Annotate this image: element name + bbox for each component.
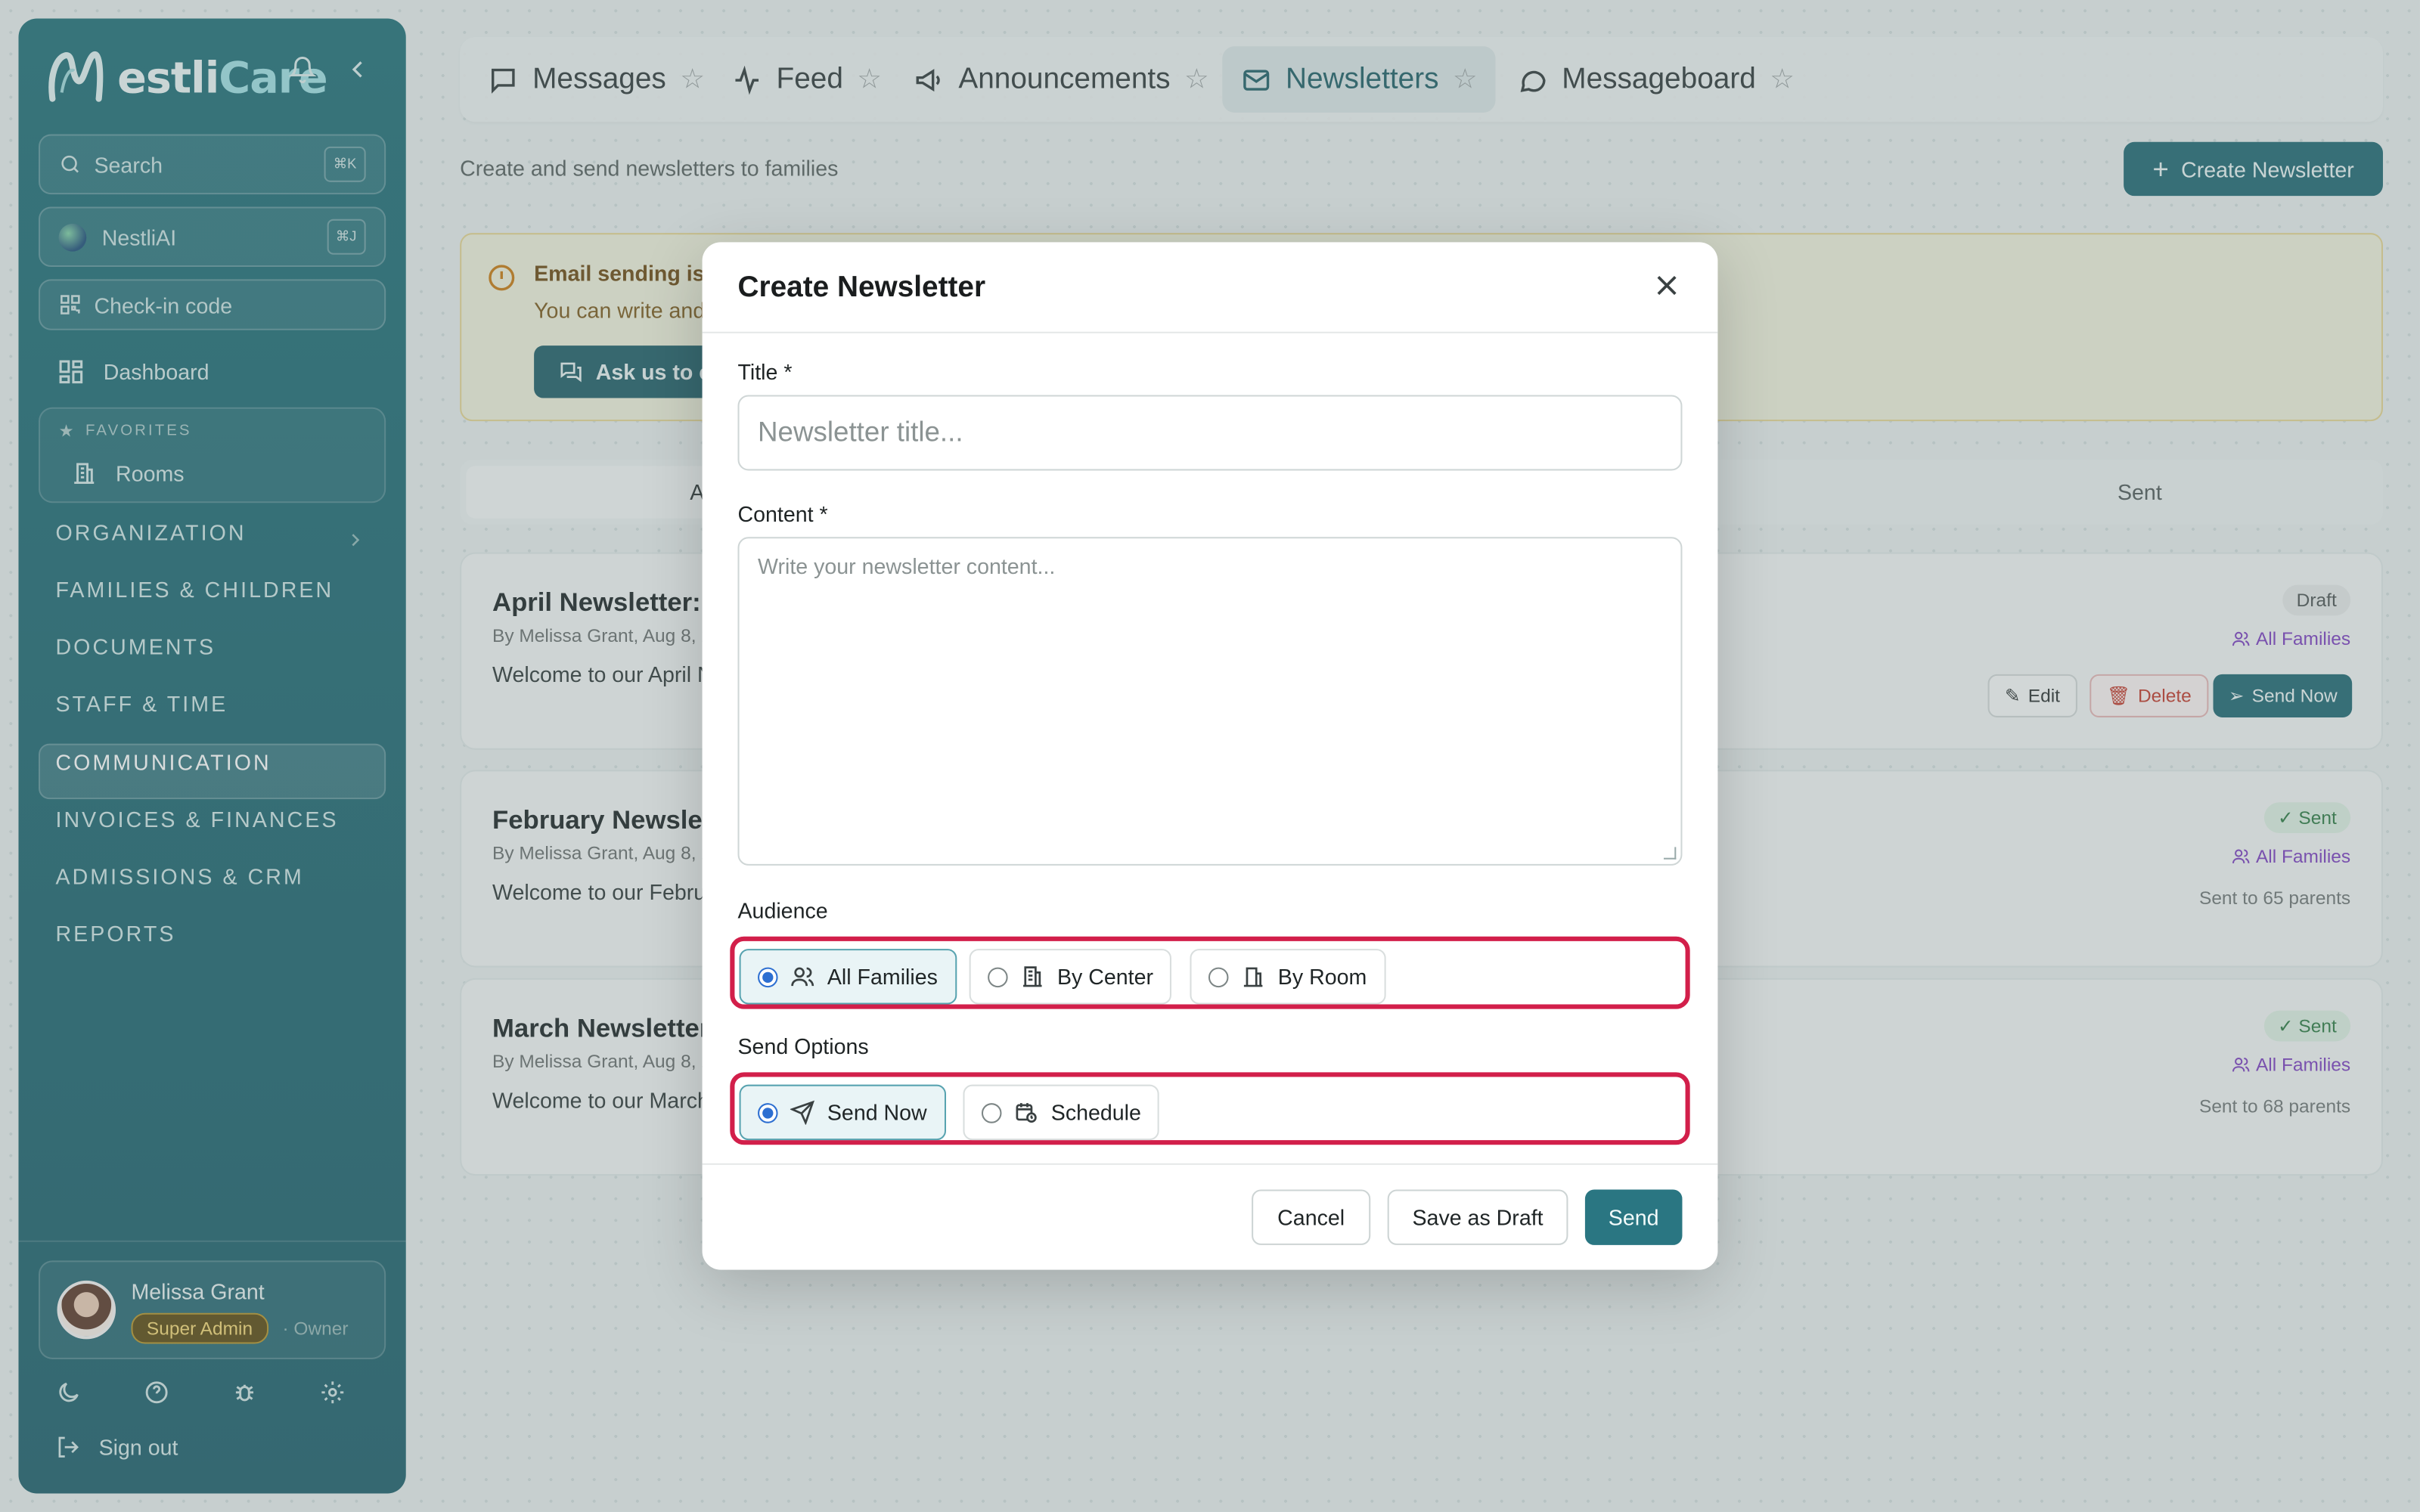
audience-label: Audience [737,897,828,923]
send-options-highlight: Send Now Schedule [730,1072,1690,1145]
radio-button[interactable] [758,1102,778,1123]
content-label: Content * [737,501,828,526]
radio-button[interactable] [988,966,1008,987]
create-newsletter-dialog: Create Newsletter Title * Newsletter tit… [702,242,1718,1270]
newsletter-content-textarea[interactable]: Write your newsletter content... [737,537,1683,866]
send-options-label: Send Options [737,1033,869,1058]
send-option-schedule[interactable]: Schedule [963,1084,1160,1141]
app-root: estliCare Search ⌘K NestliAI ⌘J Check-in… [0,0,2420,1512]
radio-button[interactable] [981,1102,1002,1123]
audience-option-by-room[interactable]: By Room [1190,949,1385,1005]
option-label: All Families [827,964,938,990]
newsletter-title-input[interactable]: Newsletter title... [737,395,1683,471]
option-label: By Center [1056,964,1153,990]
radio-button[interactable] [758,966,778,987]
radio-button[interactable] [1208,966,1229,987]
dialog-title: Create Newsletter [737,271,986,305]
users-icon [791,967,814,987]
title-label: Title * [737,359,793,385]
cancel-button[interactable]: Cancel [1252,1189,1371,1245]
send-option-now[interactable]: Send Now [739,1084,946,1141]
building-icon [1023,966,1042,987]
option-label: Schedule [1050,1100,1141,1125]
audience-options-highlight: All Families By Center By Room [730,936,1690,1009]
audience-option-by-center[interactable]: By Center [969,949,1172,1005]
send-icon [790,1100,815,1125]
title-placeholder: Newsletter title... [758,417,963,448]
close-icon[interactable] [1650,268,1684,302]
audience-option-all-families[interactable]: All Families [739,949,957,1005]
calendar-clock-icon [1016,1103,1037,1123]
option-label: Send Now [827,1100,927,1125]
dialog-header: Create Newsletter [702,242,1718,333]
dialog-footer-divider [702,1163,1718,1165]
door-icon [1243,967,1263,987]
save-draft-button[interactable]: Save as Draft [1387,1189,1568,1245]
content-placeholder: Write your newsletter content... [758,553,1056,579]
resize-handle[interactable] [1663,847,1677,860]
option-label: By Room [1277,964,1367,990]
send-button[interactable]: Send [1584,1189,1683,1245]
